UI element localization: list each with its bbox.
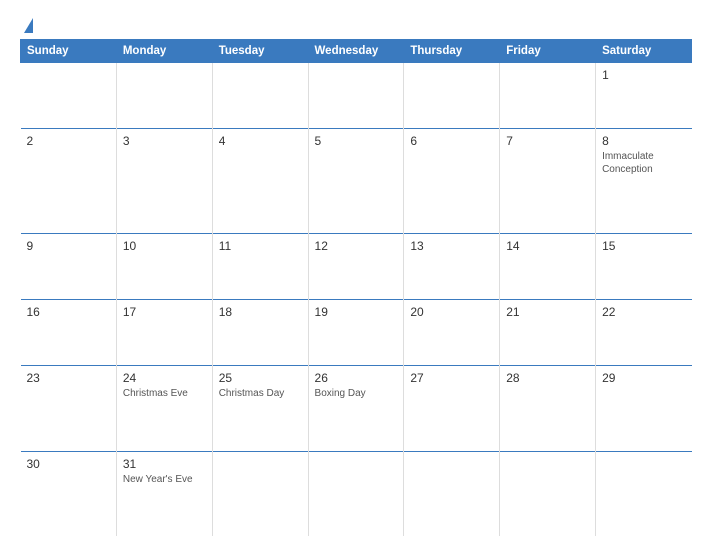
calendar-cell: 31 New Year's Eve: [116, 451, 212, 536]
calendar-cell: 11: [212, 234, 308, 300]
day-number: 24: [123, 371, 206, 385]
day-number: 12: [315, 239, 398, 253]
calendar-cell: [500, 451, 596, 536]
calendar-cell: 12: [308, 234, 404, 300]
calendar-cell: 26 Boxing Day: [308, 366, 404, 452]
weekday-header-wednesday: Wednesday: [308, 40, 404, 63]
weekday-header-friday: Friday: [500, 40, 596, 63]
holiday-label: New Year's Eve: [123, 473, 206, 486]
calendar-cell: [21, 63, 117, 129]
calendar-cell: 19: [308, 300, 404, 366]
day-number: 15: [602, 239, 685, 253]
day-number: 16: [27, 305, 110, 319]
weekday-header-tuesday: Tuesday: [212, 40, 308, 63]
calendar-cell: 4: [212, 129, 308, 234]
calendar-cell: 8 Immaculate Conception: [596, 129, 692, 234]
holiday-label: Immaculate Conception: [602, 150, 685, 176]
day-number: 14: [506, 239, 589, 253]
calendar-cell: 16: [21, 300, 117, 366]
calendar-table: SundayMondayTuesdayWednesdayThursdayFrid…: [20, 39, 692, 536]
day-number: 4: [219, 134, 302, 148]
top-bar: [20, 18, 692, 33]
calendar-cell: 2: [21, 129, 117, 234]
day-number: 30: [27, 457, 110, 471]
holiday-label: Christmas Day: [219, 387, 302, 400]
weekday-header-row: SundayMondayTuesdayWednesdayThursdayFrid…: [21, 40, 692, 63]
calendar-cell: 30: [21, 451, 117, 536]
day-number: 23: [27, 371, 110, 385]
calendar-cell: 17: [116, 300, 212, 366]
calendar-cell: 7: [500, 129, 596, 234]
day-number: 21: [506, 305, 589, 319]
calendar-row: 23 24 Christmas Eve 25 Christmas Day 26 Boxing…: [21, 366, 692, 452]
calendar-row: 1: [21, 63, 692, 129]
calendar-cell: [596, 451, 692, 536]
calendar-cell: [212, 63, 308, 129]
calendar-cell: [116, 63, 212, 129]
holiday-label: Boxing Day: [315, 387, 398, 400]
calendar-cell: 29: [596, 366, 692, 452]
weekday-header-monday: Monday: [116, 40, 212, 63]
calendar-cell: 21: [500, 300, 596, 366]
day-number: 5: [315, 134, 398, 148]
calendar-row: 30 31 New Year's Eve: [21, 451, 692, 536]
day-number: 2: [27, 134, 110, 148]
holiday-label: Christmas Eve: [123, 387, 206, 400]
calendar-cell: 6: [404, 129, 500, 234]
day-number: 9: [27, 239, 110, 253]
logo-triangle-icon: [24, 18, 33, 33]
weekday-header-sunday: Sunday: [21, 40, 117, 63]
day-number: 28: [506, 371, 589, 385]
calendar-cell: 24 Christmas Eve: [116, 366, 212, 452]
calendar-cell: 25 Christmas Day: [212, 366, 308, 452]
calendar-cell: [500, 63, 596, 129]
calendar-cell: [404, 451, 500, 536]
day-number: 18: [219, 305, 302, 319]
calendar-cell: 20: [404, 300, 500, 366]
calendar-cell: 27: [404, 366, 500, 452]
calendar-cell: 13: [404, 234, 500, 300]
calendar-cell: 28: [500, 366, 596, 452]
day-number: 7: [506, 134, 589, 148]
day-number: 31: [123, 457, 206, 471]
day-number: 19: [315, 305, 398, 319]
day-number: 10: [123, 239, 206, 253]
day-number: 6: [410, 134, 493, 148]
day-number: 1: [602, 68, 685, 82]
calendar-cell: [308, 63, 404, 129]
calendar-cell: 18: [212, 300, 308, 366]
calendar-cell: 9: [21, 234, 117, 300]
weekday-header-saturday: Saturday: [596, 40, 692, 63]
calendar-cell: 3: [116, 129, 212, 234]
weekday-header-thursday: Thursday: [404, 40, 500, 63]
day-number: 11: [219, 239, 302, 253]
calendar-cell: 1: [596, 63, 692, 129]
calendar-cell: 15: [596, 234, 692, 300]
calendar-row: 16 17 18 19 20 21 22: [21, 300, 692, 366]
day-number: 17: [123, 305, 206, 319]
calendar-cell: 10: [116, 234, 212, 300]
calendar-cell: 22: [596, 300, 692, 366]
calendar-page: SundayMondayTuesdayWednesdayThursdayFrid…: [0, 0, 712, 550]
calendar-row: 9 10 11 12 13 14 15: [21, 234, 692, 300]
calendar-cell: [308, 451, 404, 536]
day-number: 22: [602, 305, 685, 319]
day-number: 27: [410, 371, 493, 385]
calendar-cell: [212, 451, 308, 536]
day-number: 29: [602, 371, 685, 385]
day-number: 3: [123, 134, 206, 148]
calendar-cell: 14: [500, 234, 596, 300]
calendar-cell: 5: [308, 129, 404, 234]
calendar-row: 2345678 Immaculate Conception: [21, 129, 692, 234]
logo: [20, 18, 35, 33]
day-number: 13: [410, 239, 493, 253]
day-number: 8: [602, 134, 685, 148]
calendar-cell: [404, 63, 500, 129]
day-number: 20: [410, 305, 493, 319]
day-number: 25: [219, 371, 302, 385]
calendar-cell: 23: [21, 366, 117, 452]
day-number: 26: [315, 371, 398, 385]
